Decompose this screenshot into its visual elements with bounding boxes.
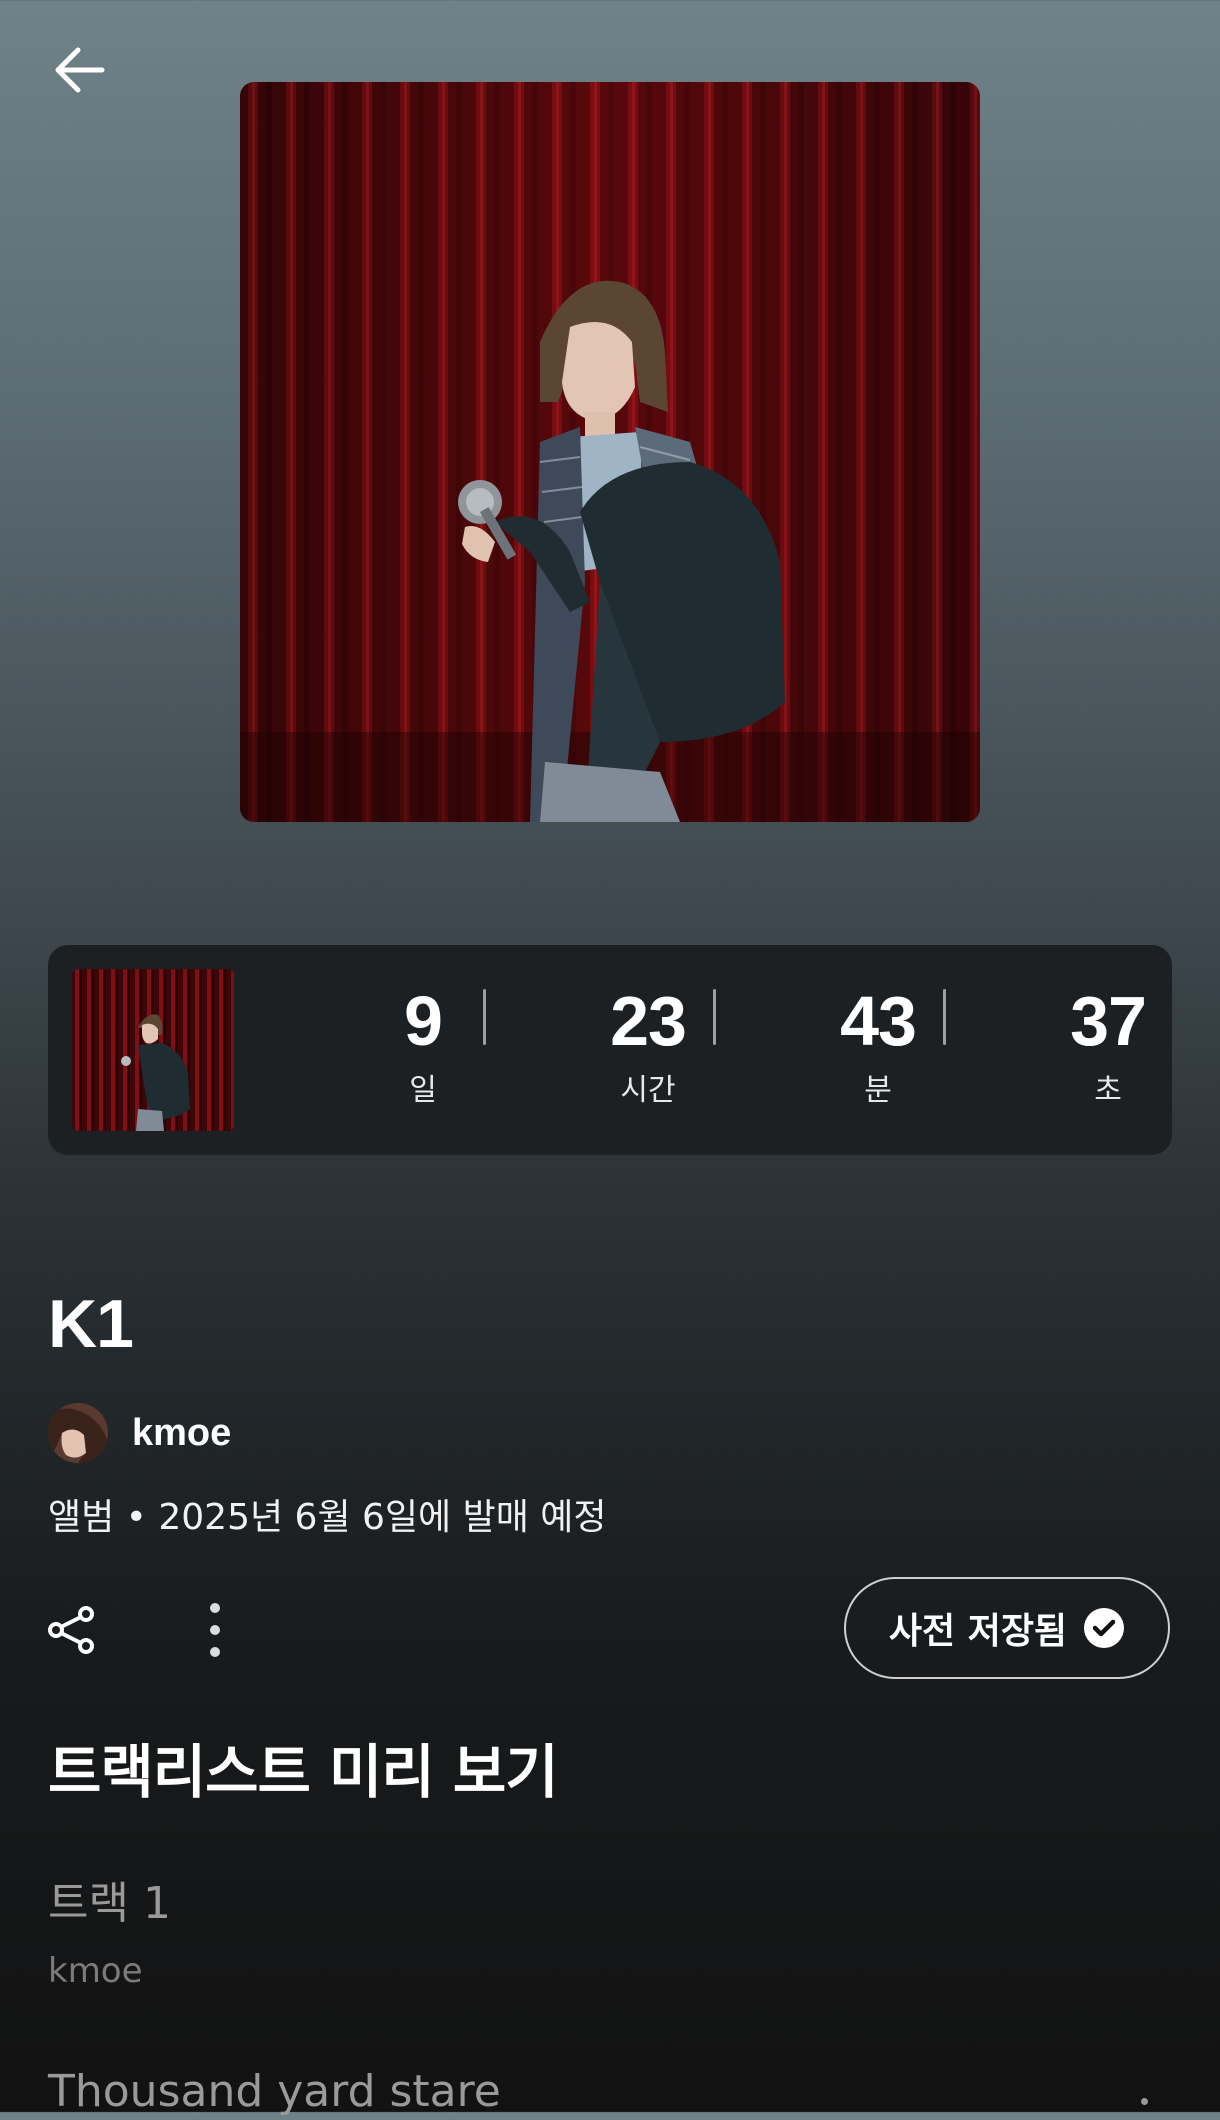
countdown-hours-value: 23 xyxy=(610,982,687,1060)
presave-button[interactable]: 사전 저장됨 xyxy=(844,1577,1170,1679)
more-options-button[interactable] xyxy=(180,1595,250,1665)
more-vertical-icon xyxy=(210,1603,220,1657)
countdown-divider xyxy=(713,989,716,1045)
countdown-divider xyxy=(943,989,946,1045)
artist-name: kmoe xyxy=(132,1411,232,1454)
countdown-divider xyxy=(483,989,486,1045)
tracklist-heading: 트랙리스트 미리 보기 xyxy=(48,1738,559,1806)
countdown-minutes-value: 43 xyxy=(840,982,917,1060)
countdown-days-value: 9 xyxy=(404,982,443,1060)
countdown-hours: 23 시간 xyxy=(568,979,728,1111)
countdown-hours-label: 시간 xyxy=(620,1073,676,1108)
album-release-info: 앨범 • 2025년 6월 6일에 발매 예정 xyxy=(48,1497,607,1538)
track-artist: kmoe xyxy=(48,1951,143,1991)
check-circle-icon xyxy=(1084,1608,1125,1648)
artist-link[interactable]: kmoe xyxy=(48,1403,231,1463)
countdown-seconds-value: 37 xyxy=(1070,982,1147,1060)
track-options-dot[interactable] xyxy=(1141,2098,1148,2105)
countdown-seconds: 37 초 xyxy=(1028,979,1188,1111)
track-title: 트랙 1 xyxy=(48,1878,171,1929)
presave-label: 사전 저장됨 xyxy=(888,1611,1068,1652)
album-thumbnail xyxy=(72,969,234,1131)
countdown-days: 9 일 xyxy=(343,979,503,1111)
back-button[interactable] xyxy=(40,30,120,110)
countdown-minutes: 43 분 xyxy=(798,979,958,1111)
arrow-left-icon xyxy=(55,47,105,93)
share-icon xyxy=(48,1606,94,1654)
release-countdown-card: 9 일 23 시간 43 분 37 초 xyxy=(48,945,1172,1155)
countdown-seconds-label: 초 xyxy=(1094,1073,1122,1108)
album-title: K1 xyxy=(48,1286,134,1362)
countdown-days-label: 일 xyxy=(409,1073,437,1108)
artist-avatar xyxy=(48,1403,108,1463)
share-button[interactable] xyxy=(40,1595,104,1665)
album-thumbnail-image xyxy=(72,969,234,1131)
album-cover-image xyxy=(240,82,980,822)
countdown-minutes-label: 분 xyxy=(864,1073,892,1108)
album-cover xyxy=(240,82,980,822)
